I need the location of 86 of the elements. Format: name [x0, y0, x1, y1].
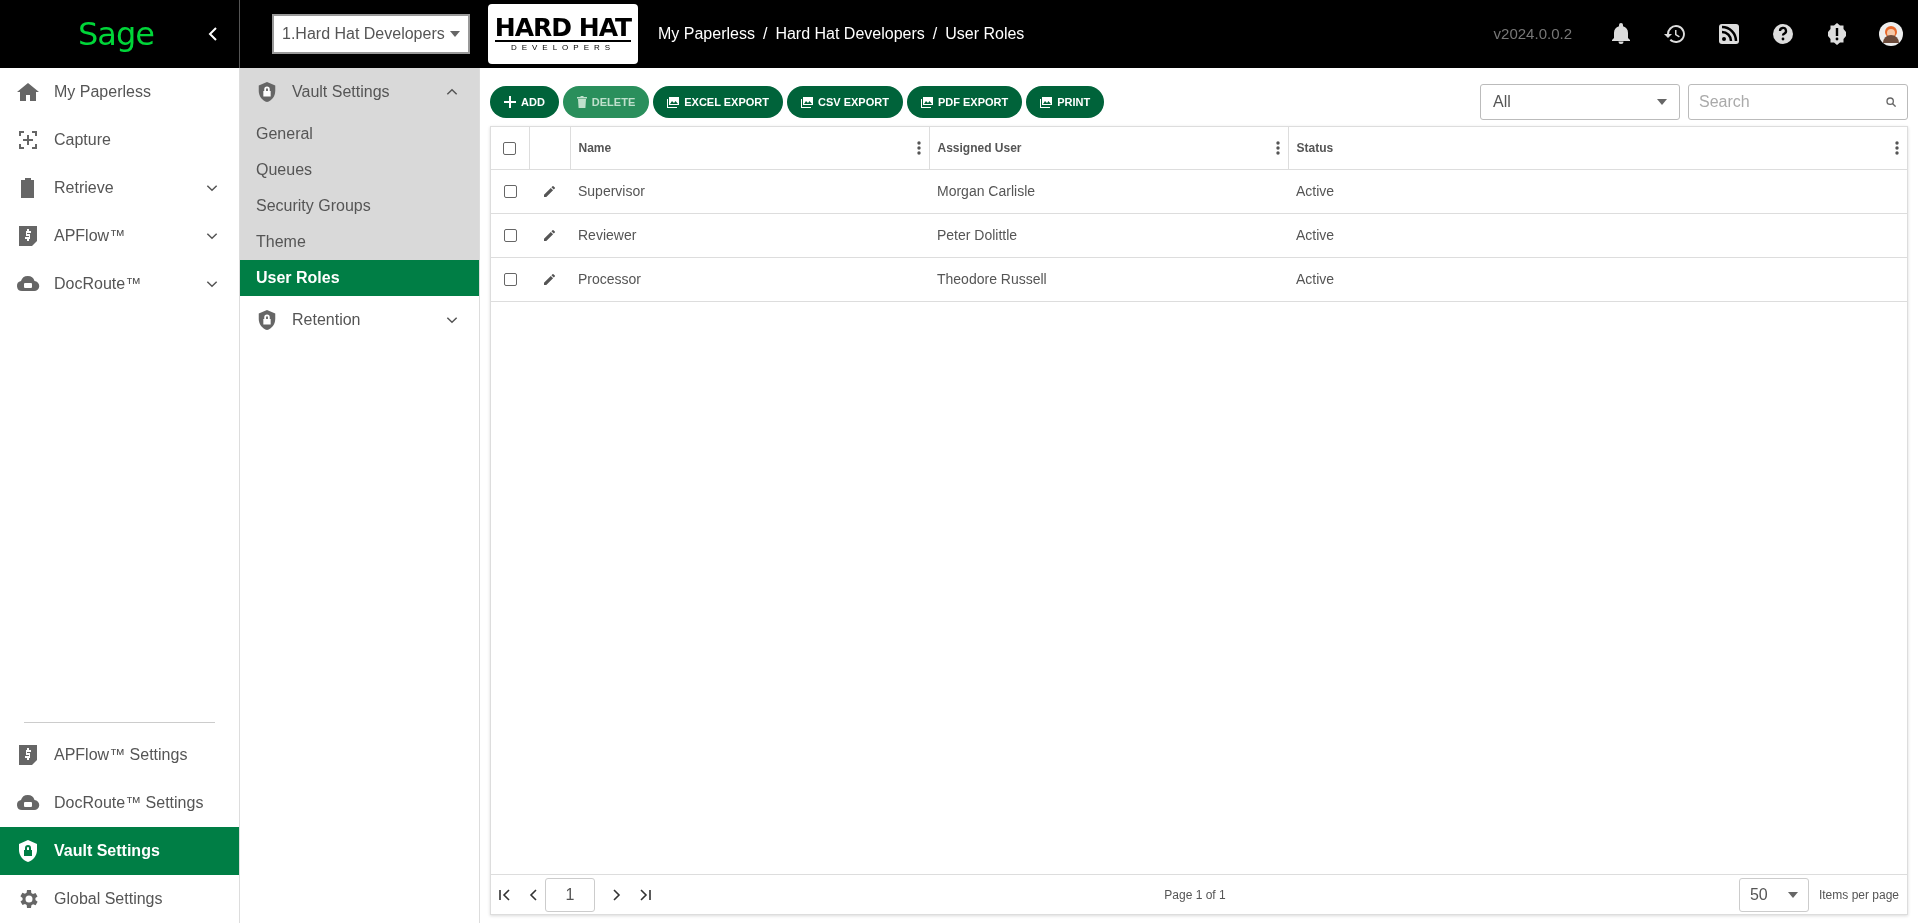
dropdown-caret-icon — [1657, 99, 1667, 105]
table-cell: Active — [1296, 226, 1335, 243]
submenu-group[interactable]: Retention — [240, 296, 479, 344]
plus-icon — [504, 96, 516, 108]
table-cell: Active — [1296, 182, 1335, 199]
next-page-icon[interactable] — [613, 888, 621, 901]
table-cell: Supervisor — [578, 182, 645, 199]
dropdown-caret-icon — [450, 31, 460, 37]
column-menu-icon[interactable] — [1275, 140, 1280, 155]
search-icon — [1886, 97, 1896, 107]
column-header: Name — [578, 139, 612, 157]
sidebar-item[interactable]: Capture — [0, 116, 239, 164]
previous-page-icon[interactable] — [529, 888, 537, 901]
table-cell: Reviewer — [578, 226, 637, 243]
edit-pencil-icon[interactable] — [544, 230, 555, 242]
breadcrumb-separator: / — [932, 24, 938, 44]
breadcrumb-link[interactable]: My Paperless — [658, 22, 755, 46]
images-icon — [920, 96, 933, 108]
page-size-label: Items per page — [1818, 886, 1899, 904]
table-cell: Theodore Russell — [937, 270, 1047, 287]
row-checkbox[interactable] — [503, 273, 517, 287]
page-info: Page 1 of 1 — [1164, 886, 1226, 904]
page-size-select[interactable]: 50 — [1738, 877, 1809, 912]
table-cell: Processor — [578, 270, 642, 287]
submenu-item[interactable]: User Roles — [240, 260, 479, 296]
collapse-icon[interactable] — [207, 27, 219, 41]
column-menu-icon[interactable] — [1895, 140, 1899, 155]
submenu-group[interactable]: Vault Settings — [240, 68, 479, 116]
home-icon — [16, 80, 40, 104]
submenu-item[interactable]: General — [240, 116, 479, 152]
page-number-field[interactable]: 1 — [545, 877, 595, 912]
help-icon[interactable] — [1771, 22, 1795, 46]
column-menu-icon[interactable] — [916, 140, 921, 155]
dollar-document-icon — [16, 743, 40, 767]
first-page-icon[interactable] — [499, 888, 511, 901]
alert-badge-icon[interactable] — [1825, 22, 1849, 46]
row-checkbox[interactable] — [503, 229, 517, 243]
sidebar-item[interactable]: Global Settings — [0, 875, 239, 923]
select-all-checkbox[interactable] — [503, 142, 517, 156]
row-checkbox[interactable] — [503, 185, 517, 199]
sidebar-item[interactable]: DocRoute™ — [0, 260, 239, 308]
notification-bell-icon[interactable] — [1609, 22, 1633, 46]
sidebar-item[interactable]: Vault Settings — [0, 827, 239, 875]
edit-pencil-icon[interactable] — [544, 186, 555, 198]
filter-select[interactable]: All — [1480, 84, 1680, 120]
dropdown-caret-icon — [1787, 891, 1798, 898]
table-cell: Morgan Carlisle — [937, 182, 1036, 199]
table-cell: Active — [1296, 270, 1335, 287]
breadcrumb-separator: / — [762, 24, 768, 44]
images-icon — [1040, 96, 1053, 108]
shield-lock-icon — [256, 80, 278, 104]
trash-icon — [576, 96, 587, 108]
toolbar-button[interactable]: PDF EXPORT — [906, 86, 1023, 118]
table-cell: Peter Dolittle — [937, 226, 1018, 243]
submenu-item[interactable]: Queues — [240, 152, 479, 188]
toolbar-button[interactable]: EXCEL EXPORT — [653, 86, 783, 118]
column-header: Status — [1296, 139, 1334, 157]
capture-icon — [16, 128, 40, 152]
sidebar-item[interactable]: My Paperless — [0, 68, 239, 116]
breadcrumb-link[interactable]: User Roles — [945, 22, 1025, 46]
version-text: v2024.0.0.2 — [1493, 23, 1572, 44]
dollar-document-icon — [16, 224, 40, 248]
search-field[interactable]: Search — [1688, 84, 1908, 120]
edit-pencil-icon[interactable] — [544, 274, 555, 286]
column-header: Assigned User — [937, 139, 1022, 157]
toolbar-button[interactable]: CSV EXPORT — [787, 86, 903, 118]
images-icon — [667, 96, 680, 108]
history-icon[interactable] — [1663, 22, 1687, 46]
sidebar-item[interactable]: APFlow™ — [0, 212, 239, 260]
breadcrumb-link[interactable]: Hard Hat Developers — [775, 22, 925, 46]
vault-select[interactable]: 1.Hard Hat Developers — [272, 14, 470, 54]
shield-lock-icon — [256, 308, 278, 332]
submenu-item[interactable]: Theme — [240, 224, 479, 260]
rss-feed-icon[interactable] — [1717, 22, 1741, 46]
sidebar-item[interactable]: Retrieve — [0, 164, 239, 212]
toolbar-button[interactable]: ADD — [490, 86, 559, 118]
logo: Sage — [78, 14, 154, 55]
images-icon — [801, 96, 813, 108]
last-page-icon[interactable] — [639, 888, 651, 901]
shield-lock-icon — [16, 839, 40, 863]
sidebar-item[interactable]: DocRoute™ Settings — [0, 779, 239, 827]
sidebar-item[interactable]: APFlow™ Settings — [0, 731, 239, 779]
avatar-icon[interactable] — [1879, 22, 1903, 46]
brand-logo: HARD HAT DEVELOPERS — [488, 4, 638, 64]
submenu-item[interactable]: Security Groups — [240, 188, 479, 224]
toolbar-button[interactable]: PRINT — [1026, 86, 1105, 118]
